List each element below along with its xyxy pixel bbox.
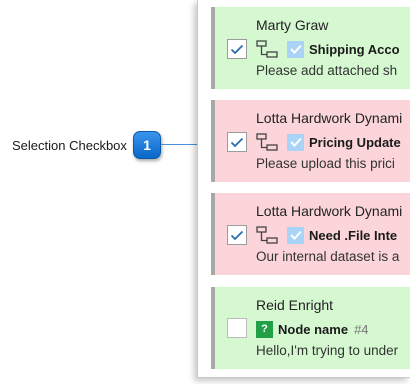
- list-item[interactable]: Lotta Hardwork Dynami Pricing Update Ple…: [211, 100, 410, 182]
- check-icon: [230, 44, 244, 54]
- selection-checkbox[interactable]: [227, 132, 247, 152]
- item-title: Node name: [278, 321, 349, 337]
- item-type-check-icon: [287, 40, 304, 58]
- selection-checkbox[interactable]: [227, 39, 247, 59]
- hierarchy-icon: [256, 39, 278, 59]
- item-type-check-icon: [287, 226, 304, 244]
- item-title-row: Pricing Update: [256, 132, 401, 152]
- item-number: #4: [354, 321, 369, 337]
- item-title-row: ? Node name #4: [256, 319, 369, 339]
- hierarchy-icon: [256, 132, 278, 152]
- item-author: Marty Graw: [256, 17, 329, 33]
- item-type-check-icon: [287, 133, 304, 151]
- item-author: Reid Enright: [256, 297, 334, 313]
- check-icon: [230, 137, 244, 147]
- list-item[interactable]: Reid Enright ? Node name #4 Hello,I'm tr…: [211, 287, 410, 369]
- item-preview: Hello,I'm trying to under: [256, 343, 399, 358]
- item-preview: Our internal dataset is a: [256, 249, 400, 264]
- item-preview: Please add attached sh: [256, 63, 398, 78]
- item-title-row: Need .File Inte: [256, 225, 397, 245]
- callout-label: Selection Checkbox: [12, 137, 127, 153]
- hierarchy-icon: [256, 225, 278, 245]
- question-icon: ?: [256, 320, 273, 338]
- item-title: Shipping Acco: [309, 41, 400, 57]
- callout-badge: 1: [133, 131, 161, 159]
- list-item[interactable]: Lotta Hardwork Dynami Need .File Inte Ou…: [211, 193, 410, 275]
- item-list-panel: Marty Graw Shipping Acco Please add atta…: [197, 0, 410, 378]
- item-title: Pricing Update: [309, 134, 401, 150]
- selection-checkbox[interactable]: [227, 318, 247, 338]
- item-author: Lotta Hardwork Dynami: [256, 203, 403, 219]
- item-preview: Please upload this prici: [256, 156, 395, 171]
- selection-checkbox[interactable]: [227, 225, 247, 245]
- check-icon: [230, 230, 244, 240]
- list-item[interactable]: Marty Graw Shipping Acco Please add atta…: [211, 7, 410, 89]
- screenshot-stage: Selection Checkbox 1 Marty Graw Shipping…: [0, 0, 410, 384]
- item-author: Lotta Hardwork Dynami: [256, 110, 403, 126]
- item-title: Need .File Inte: [309, 227, 398, 243]
- callout-annotation: Selection Checkbox 1: [12, 129, 161, 161]
- item-title-row: Shipping Acco: [256, 39, 400, 59]
